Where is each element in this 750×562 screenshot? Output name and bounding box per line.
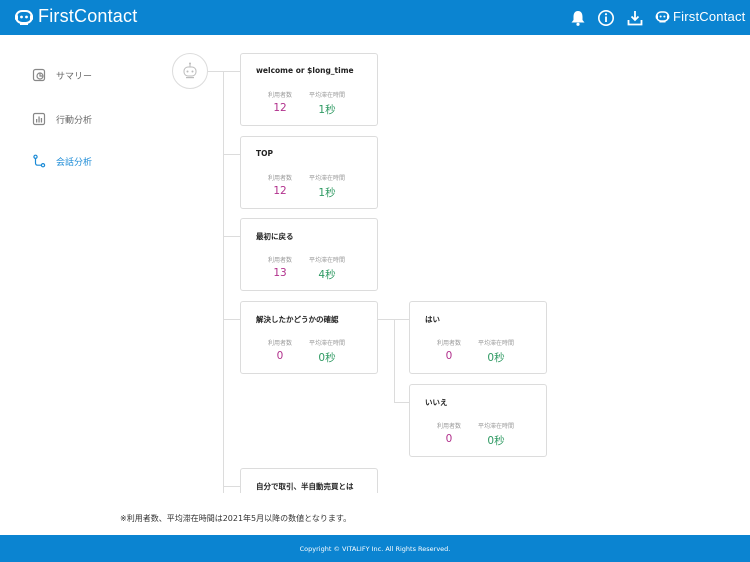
card-title: 最初に戻る — [256, 232, 294, 241]
card-title: 自分で取引、半自動売買とは — [256, 482, 354, 491]
avg-time-label: 平均滞在時間 — [308, 340, 345, 347]
app-header: FirstContact FirstContact — [0, 0, 750, 35]
flow-card[interactable]: 最初に戻る 利用者数 平均滞在時間 13 4秒 — [240, 218, 378, 291]
info-icon[interactable] — [597, 9, 615, 27]
brand-name: FirstContact — [38, 6, 138, 26]
conversation-flow: welcome or $long_time 利用者数 平均滞在時間 12 1秒 … — [150, 35, 750, 493]
robot-logo-icon — [655, 11, 670, 23]
connector — [223, 319, 240, 320]
card-title: welcome or $long_time — [256, 66, 354, 75]
flow-card[interactable]: 解決したかどうかの確認 利用者数 平均滞在時間 0 0秒 — [240, 301, 378, 374]
avg-time-value: 4秒 — [318, 269, 336, 281]
sidebar-item-summary[interactable]: サマリー — [32, 68, 92, 82]
flow-icon — [33, 154, 46, 168]
card-title: いいえ — [425, 398, 448, 407]
sidebar-item-conversation[interactable]: 会話分析 — [32, 154, 92, 168]
download-icon[interactable] — [626, 9, 644, 27]
app-footer: Copyright © VITALIFY Inc. All Rights Res… — [0, 535, 750, 562]
connector-start — [208, 71, 240, 72]
flow-card[interactable]: TOP 利用者数 平均滞在時間 12 1秒 — [240, 136, 378, 209]
avg-time-label: 平均滞在時間 — [308, 257, 345, 264]
data-note: ※利用者数、平均滞在時間は2021年5月以降の数値となります。 — [120, 514, 352, 523]
flow-card[interactable]: いいえ 利用者数 平均滞在時間 0 0秒 — [409, 384, 547, 457]
avg-time-value: 0秒 — [487, 352, 505, 364]
summary-icon — [32, 68, 46, 82]
sidebar-item-label: 行動分析 — [56, 115, 93, 126]
brand-logo-right[interactable]: FirstContact — [655, 9, 745, 24]
connector-trunk — [223, 71, 224, 493]
robot-logo-icon — [15, 9, 33, 25]
chart-icon — [32, 112, 46, 126]
robot-icon — [172, 53, 208, 89]
connector — [223, 236, 240, 237]
flow-card[interactable]: 自分で取引、半自動売買とは — [240, 468, 378, 493]
sidebar: サマリー 行動分析 会話分析 — [0, 35, 150, 535]
avg-time-label: 平均滞在時間 — [308, 175, 345, 182]
copyright-text: Copyright © VITALIFY Inc. All Rights Res… — [299, 544, 451, 553]
bell-icon[interactable] — [569, 9, 587, 27]
avg-time-label: 平均滞在時間 — [308, 92, 345, 99]
connector — [223, 486, 240, 487]
avg-time-value: 0秒 — [318, 352, 336, 364]
connector-branch-vertical — [394, 319, 395, 402]
sidebar-item-label: サマリー — [56, 71, 93, 82]
avg-time-value: 1秒 — [318, 104, 336, 116]
brand-name-right: FirstContact — [673, 9, 746, 24]
flow-card[interactable]: はい 利用者数 平均滞在時間 0 0秒 — [409, 301, 547, 374]
card-title: はい — [425, 315, 440, 324]
avg-time-value: 0秒 — [487, 435, 505, 447]
avg-time-value: 1秒 — [318, 187, 336, 199]
card-title: 解決したかどうかの確認 — [256, 315, 339, 324]
connector — [223, 154, 240, 155]
connector-branch — [394, 402, 409, 403]
brand-logo[interactable]: FirstContact — [14, 6, 137, 27]
flow-card[interactable]: welcome or $long_time 利用者数 平均滞在時間 12 1秒 — [240, 53, 378, 126]
sidebar-item-behavior[interactable]: 行動分析 — [32, 112, 92, 126]
sidebar-item-label: 会話分析 — [56, 157, 93, 168]
avg-time-label: 平均滞在時間 — [477, 340, 514, 347]
card-title: TOP — [256, 149, 273, 158]
avg-time-label: 平均滞在時間 — [477, 423, 514, 430]
